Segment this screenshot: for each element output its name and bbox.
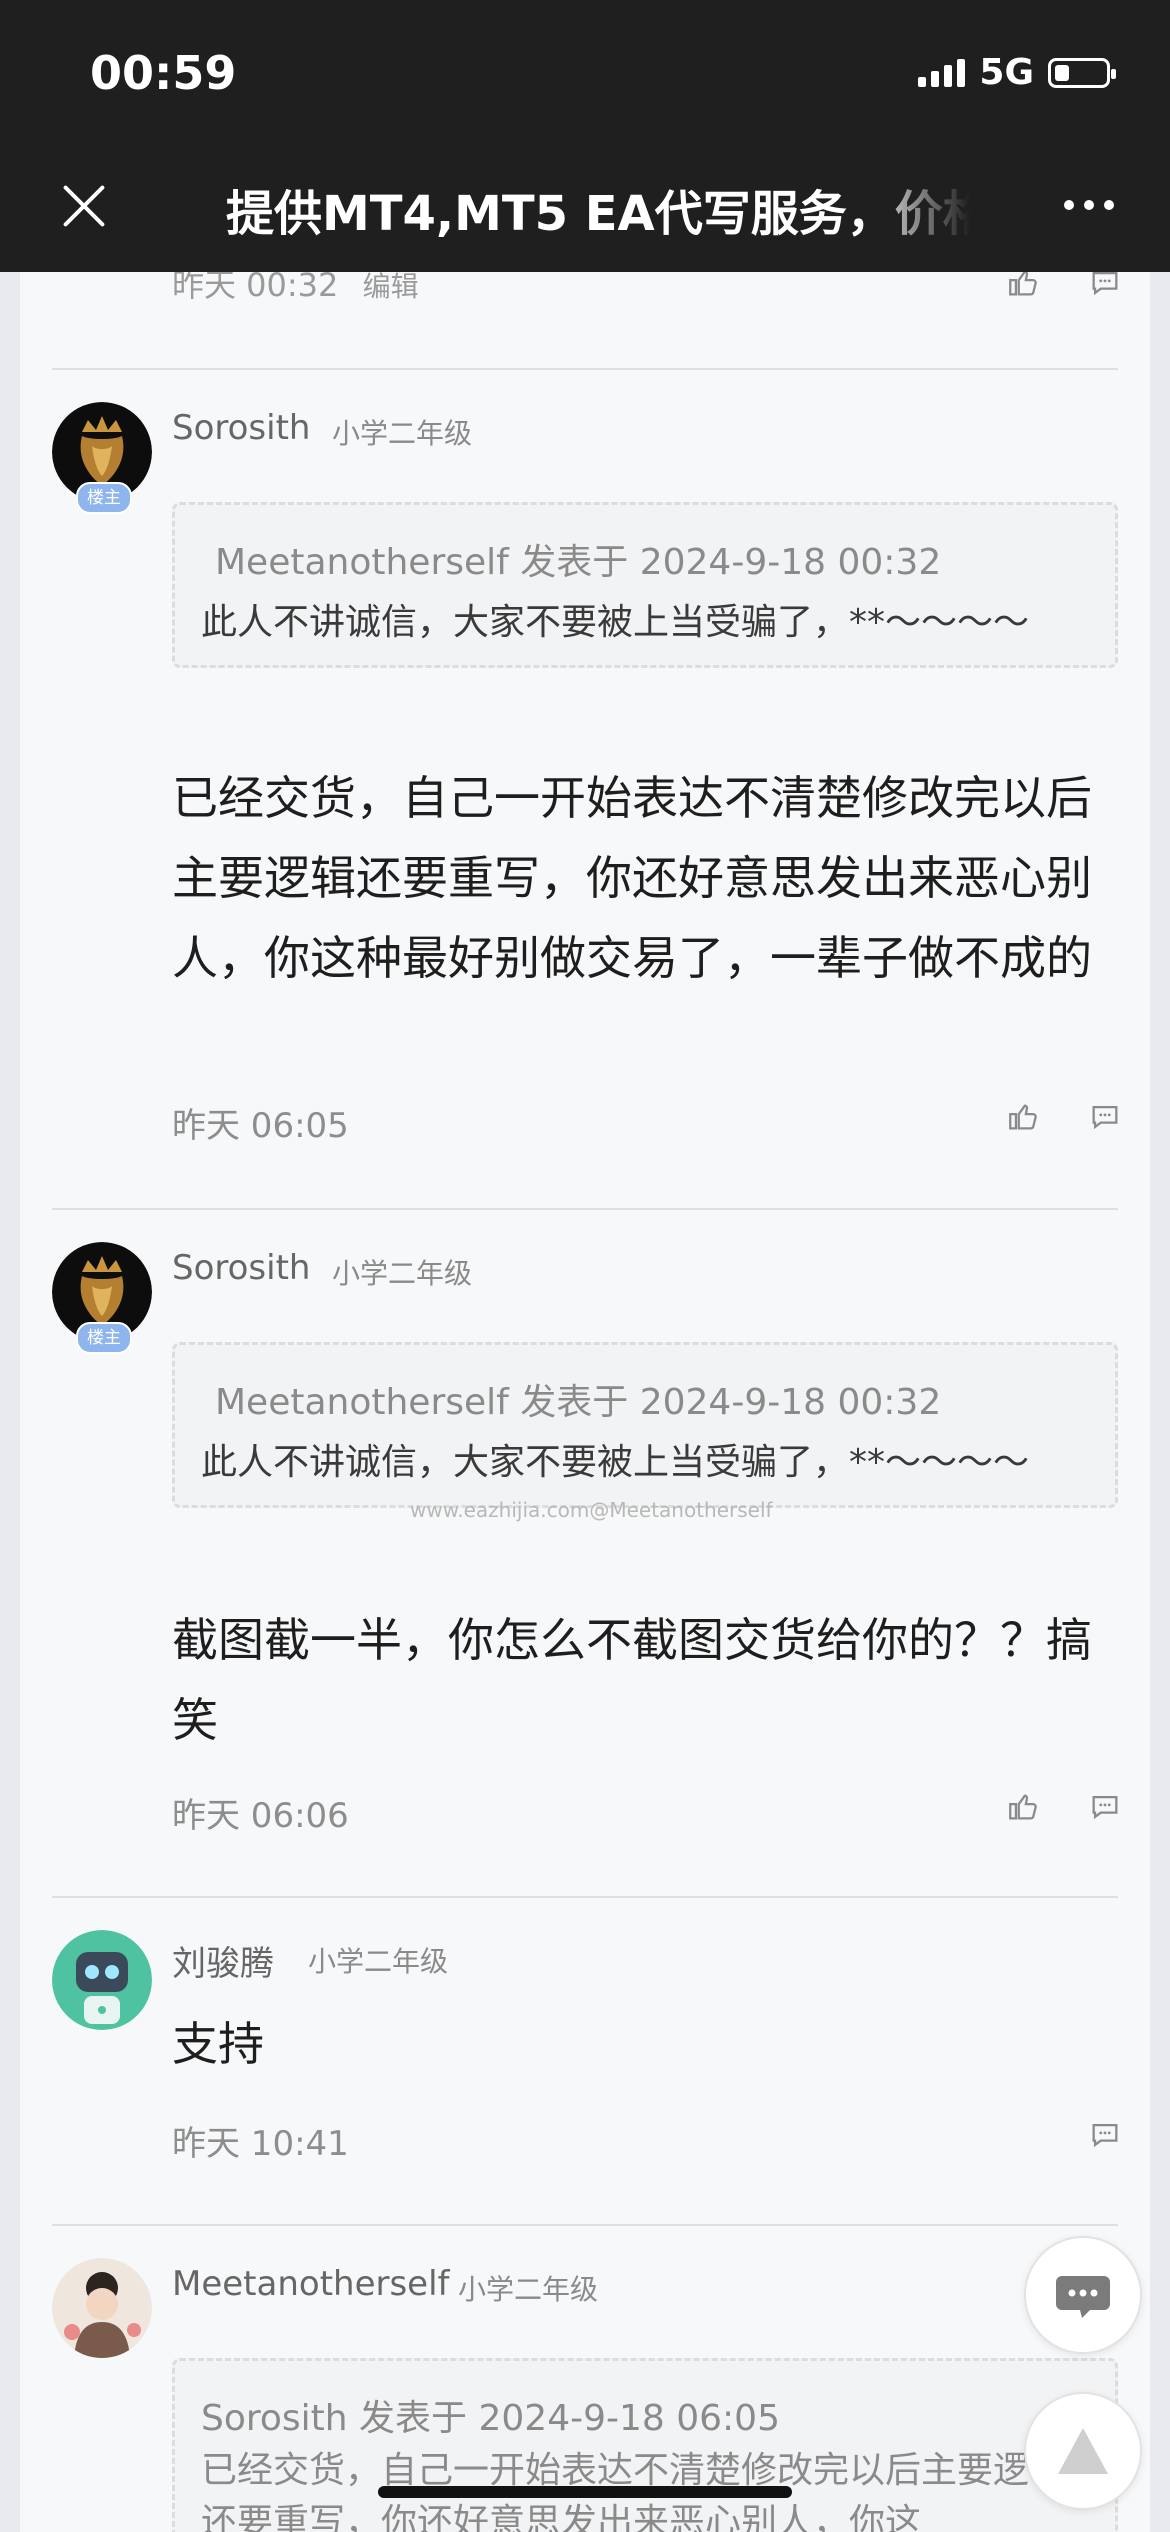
edit-link[interactable]: 编辑 — [363, 272, 419, 303]
triangle-up-icon — [1058, 2428, 1108, 2474]
avatar[interactable] — [52, 1930, 152, 2030]
status-indicators: 5G — [918, 52, 1116, 93]
like-icon[interactable] — [1006, 1100, 1040, 1134]
thread-content[interactable]: 昨天 00:32 编辑 楼主 Sorosith 小学二年级 Meetanothe… — [20, 272, 1150, 2532]
like-icon[interactable] — [1006, 1790, 1040, 1824]
post-time: 昨天 10:41 — [172, 2124, 349, 2164]
username[interactable]: Meetanotherself — [172, 2264, 450, 2304]
user-level: 小学二年级 — [308, 1945, 449, 1978]
owner-badge: 楼主 — [76, 1322, 132, 1354]
divider — [52, 2224, 1118, 2226]
robot-avatar-icon — [52, 1930, 152, 2030]
partial-post-time: 昨天 00:32 编辑 — [172, 272, 419, 304]
close-icon[interactable] — [56, 178, 112, 234]
watermark-text: www.eazhijia.com@Meetanotherself — [410, 1498, 773, 1522]
top-bar: 00:59 5G 提供MT4,MT5 EA代写服务，价格 — [0, 0, 1170, 272]
owner-badge: 楼主 — [76, 482, 132, 514]
float-comment-button[interactable] — [1024, 2236, 1142, 2354]
avatar[interactable] — [52, 2258, 152, 2358]
status-time: 00:59 — [90, 46, 237, 100]
divider — [52, 1208, 1118, 1210]
quote-header: Meetanotherself 发表于 2024-9-18 00:32 — [215, 542, 942, 583]
quote-block[interactable]: Meetanotherself 发表于 2024-9-18 00:32 此人不讲… — [172, 502, 1118, 668]
username[interactable]: Sorosith — [172, 408, 310, 448]
quote-text: 此人不讲诚信，大家不要被上当受骗了，**～～～～ — [201, 1442, 1030, 1483]
post-time: 昨天 06:05 — [172, 1106, 349, 1146]
more-icon[interactable] — [1064, 200, 1114, 210]
comment-icon[interactable] — [1088, 1790, 1122, 1824]
home-indicator[interactable] — [378, 2486, 792, 2498]
divider — [52, 368, 1118, 370]
quote-header: Meetanotherself 发表于 2024-9-18 00:32 — [215, 1382, 942, 1423]
like-icon[interactable] — [1006, 272, 1040, 300]
chat-bubble-icon — [1056, 2276, 1110, 2318]
comment-icon[interactable] — [1088, 1100, 1122, 1134]
username[interactable]: Sorosith — [172, 1248, 310, 1288]
quote-block[interactable]: Meetanotherself 发表于 2024-9-18 00:32 此人不讲… — [172, 1342, 1118, 1508]
signal-icon — [918, 58, 966, 87]
post-body: 截图截一半，你怎么不截图交货给你的？？搞笑 — [172, 1613, 1092, 1747]
divider — [52, 1896, 1118, 1898]
network-type: 5G — [979, 52, 1034, 93]
back-to-top-button[interactable] — [1024, 2392, 1142, 2510]
quote-text: 此人不讲诚信，大家不要被上当受骗了，**～～～～ — [201, 602, 1030, 643]
post-time: 昨天 06:06 — [172, 1796, 349, 1836]
portrait-avatar-icon — [52, 2258, 152, 2358]
user-level: 小学二年级 — [332, 1257, 473, 1290]
user-level: 小学二年级 — [458, 2273, 599, 2306]
comment-icon[interactable] — [1088, 272, 1122, 300]
user-level: 小学二年级 — [332, 417, 473, 450]
comment-icon[interactable] — [1088, 2118, 1122, 2152]
post-body: 已经交货，自己一开始表达不清楚修改完以后主要逻辑还要重写，你还好意思发出来恶心别… — [172, 771, 1092, 985]
battery-icon — [1048, 57, 1116, 88]
username[interactable]: 刘骏腾 — [172, 1936, 274, 1985]
quote-block[interactable]: Sorosith 发表于 2024-9-18 06:05 已经交货，自己一开始表… — [172, 2358, 1118, 2532]
quote-header: Sorosith 发表于 2024-9-18 06:05 — [201, 2398, 780, 2439]
post-body: 支持 — [172, 2017, 264, 2071]
page-title: 提供MT4,MT5 EA代写服务，价格 — [226, 186, 970, 242]
